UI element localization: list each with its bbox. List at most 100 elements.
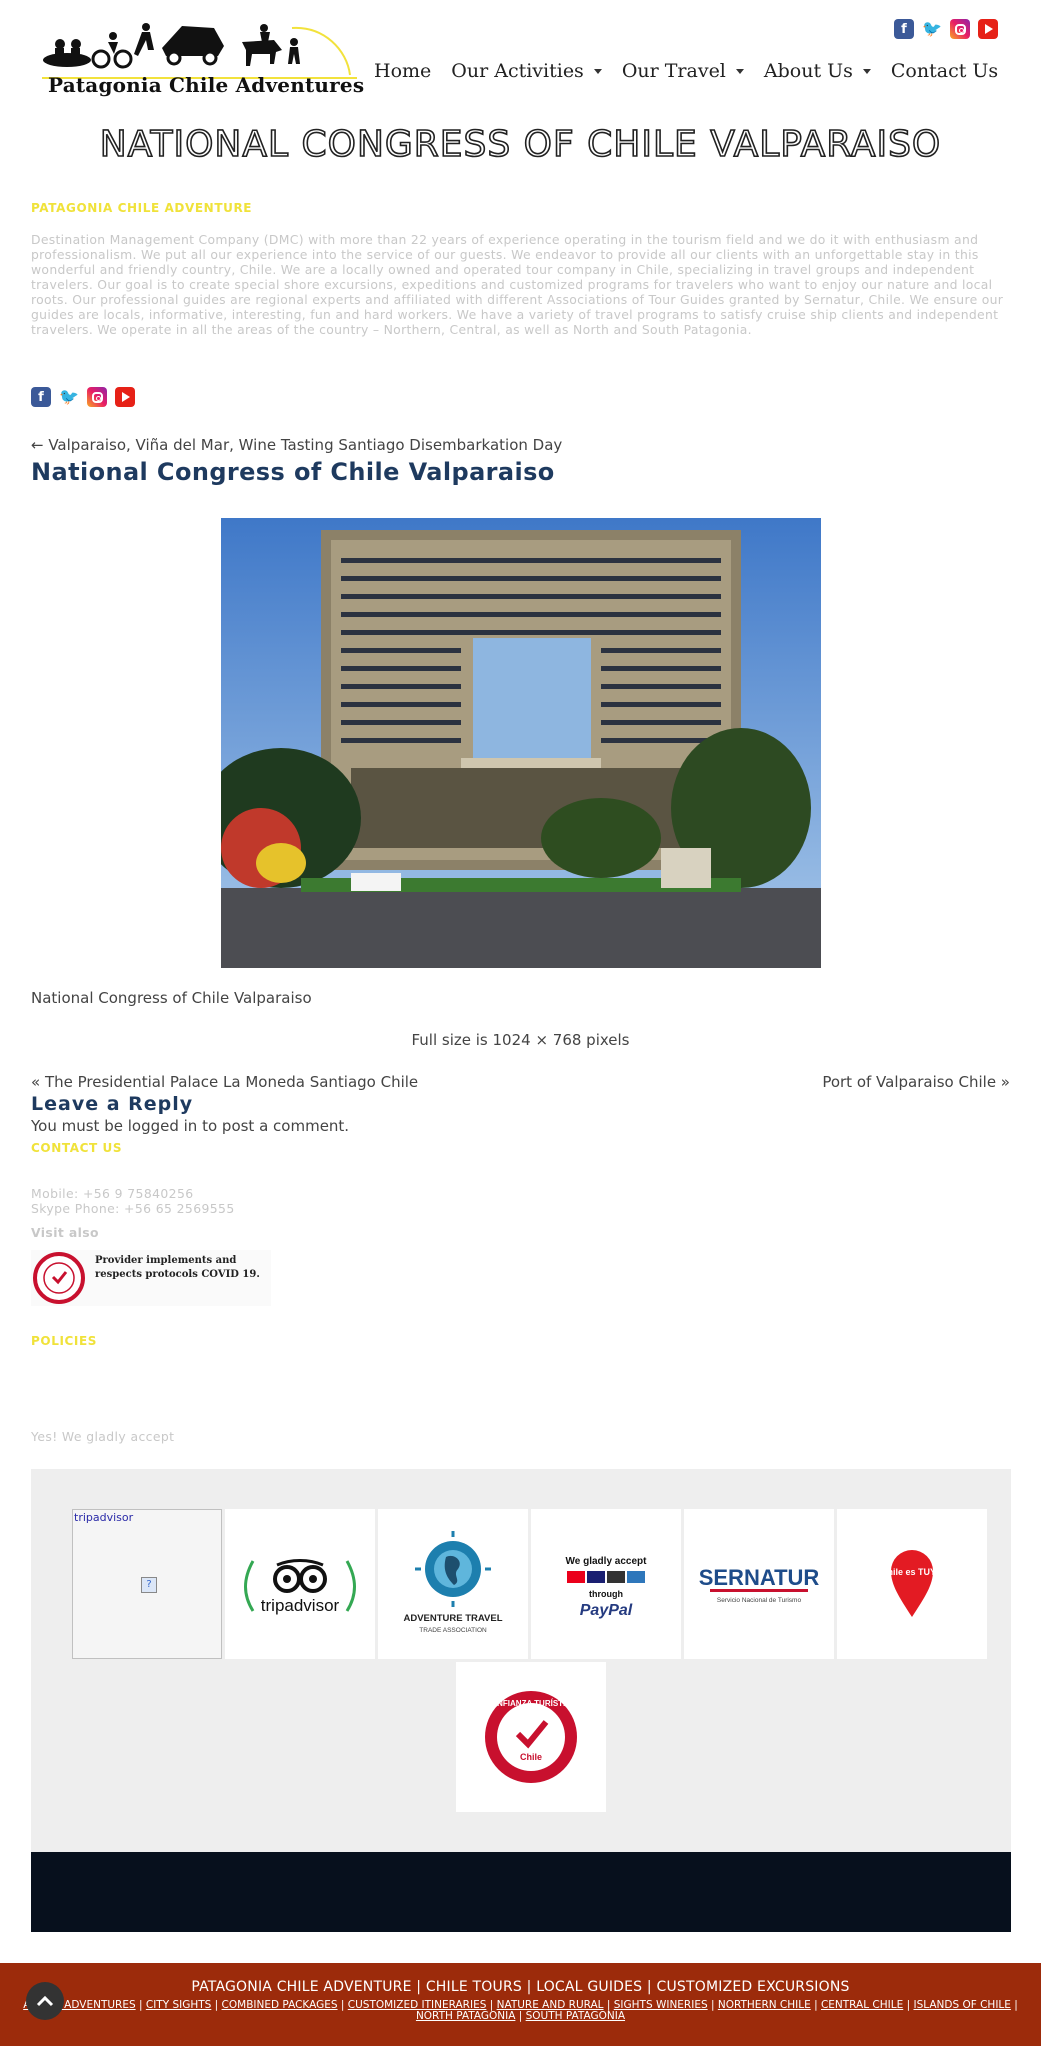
nav-home[interactable]: Home bbox=[374, 60, 431, 82]
caret-down-icon bbox=[593, 68, 602, 74]
header-social-links: f 🐦 bbox=[894, 19, 998, 39]
skype-number: Skype Phone: +56 65 2569555 bbox=[31, 1201, 235, 1216]
twitter-icon[interactable]: 🐦 bbox=[59, 387, 79, 407]
confianza-turistica-logo[interactable]: CONFIANZA TURÍSTICA Chile bbox=[456, 1662, 606, 1812]
caret-down-icon bbox=[735, 68, 744, 74]
youtube-icon[interactable] bbox=[115, 387, 135, 407]
footer-link[interactable]: SIGHTS WINERIES bbox=[614, 1999, 708, 2011]
footer-separator: | bbox=[903, 1999, 914, 2011]
footer-title: PATAGONIA CHILE ADVENTURE | CHILE TOURS … bbox=[191, 1979, 850, 1995]
contact-details: Mobile: +56 9 75840256 Skype Phone: +56 … bbox=[31, 1186, 235, 1216]
full-size-link[interactable]: Full size is 1024 × 768 pixels bbox=[0, 1031, 1041, 1049]
chile-pin-text: Chile es TUYO bbox=[881, 1567, 943, 1577]
post-title: National Congress of Chile Valparaiso bbox=[31, 458, 555, 486]
footer-separator: | bbox=[211, 1999, 222, 2011]
twitter-icon[interactable]: 🐦 bbox=[922, 19, 942, 39]
previous-post-link[interactable]: ← Valparaiso, Viña del Mar, Wine Tasting… bbox=[31, 436, 562, 454]
nav-our-activities-label: Our Activities bbox=[451, 60, 584, 82]
footer-separator: | bbox=[135, 1999, 146, 2011]
youtube-icon[interactable] bbox=[978, 19, 998, 39]
footer-link[interactable]: NORTH PATAGONIA bbox=[416, 2010, 515, 2022]
footer-link[interactable]: COMBINED PACKAGES bbox=[222, 1999, 338, 2011]
about-heading: PATAGONIA CHILE ADVENTURE bbox=[31, 201, 253, 215]
confianza-seal-icon: CONFIANZA TURÍSTICA Chile bbox=[485, 1691, 577, 1783]
sernatur-logo[interactable]: SERNATUR Servicio Nacional de Turismo bbox=[684, 1509, 834, 1659]
nav-home-label: Home bbox=[374, 60, 432, 82]
confianza-text: CONFIANZA TURÍSTICA bbox=[485, 1699, 577, 1708]
instagram-icon[interactable] bbox=[950, 19, 970, 39]
credit-cards-icon: We gladly accept through PayPal bbox=[566, 1556, 648, 1619]
image-caption: National Congress of Chile Valparaiso bbox=[31, 989, 312, 1007]
att-subtitle: TRADE ASSOCIATION bbox=[419, 1627, 487, 1634]
paypal-mid-text: through bbox=[589, 1589, 623, 1599]
footer-dark-band bbox=[31, 1852, 1011, 1932]
footer-link[interactable]: CITY SIGHTS bbox=[146, 1999, 211, 2011]
leave-reply-heading: Leave a Reply bbox=[31, 1093, 194, 1115]
about-text: Destination Management Company (DMC) wit… bbox=[31, 232, 1004, 337]
nav-our-travel-label: Our Travel bbox=[621, 60, 726, 82]
photo-illustration bbox=[221, 518, 821, 968]
footer-separator: | bbox=[707, 1999, 718, 2011]
paypal-logo[interactable]: We gladly accept through PayPal bbox=[531, 1509, 681, 1659]
covid-seal-icon bbox=[33, 1252, 85, 1304]
globe-icon: ADVENTURE TRAVEL TRADE ASSOCIATION bbox=[403, 1531, 503, 1634]
next-image-link[interactable]: Port of Valparaiso Chile » bbox=[822, 1073, 1010, 1091]
broken-image-tripadvisor[interactable]: tripadvisor ? bbox=[72, 1509, 222, 1659]
chevron-up-icon bbox=[36, 1995, 54, 2007]
map-pin-icon: Chile es TUYO bbox=[881, 1550, 943, 1617]
policies-heading: POLICIES bbox=[31, 1334, 98, 1348]
nav-about-us-label: About Us bbox=[763, 60, 853, 82]
footer-separator: | bbox=[810, 1999, 821, 2011]
main-navigation: Home Our Activities Our Travel About Us … bbox=[374, 60, 998, 82]
nav-contact-us[interactable]: Contact Us bbox=[891, 60, 998, 82]
site-logo[interactable]: Patagonia Chile Adventures bbox=[42, 20, 364, 106]
paypal-brand-text: PayPal bbox=[580, 1602, 633, 1619]
tripadvisor-logo[interactable]: tripadvisor bbox=[225, 1509, 375, 1659]
footer-link[interactable]: SOUTH PATAGONIA bbox=[526, 2010, 625, 2022]
att-title: ADVENTURE TRAVEL bbox=[403, 1613, 502, 1624]
logo-text: Patagonia Chile Adventures bbox=[48, 73, 365, 97]
footer-separator: | bbox=[515, 2010, 526, 2022]
sernatur-icon: SERNATUR Servicio Nacional de Turismo bbox=[699, 1565, 820, 1604]
footer-link[interactable]: NORTHERN CHILE bbox=[718, 1999, 811, 2011]
sernatur-text: SERNATUR bbox=[699, 1565, 820, 1590]
nav-our-travel[interactable]: Our Travel bbox=[622, 60, 744, 82]
footer-link[interactable]: ISLANDS OF CHILE bbox=[913, 1999, 1010, 2011]
visit-also-label: Visit also bbox=[31, 1225, 99, 1240]
facebook-icon[interactable]: f bbox=[894, 19, 914, 39]
nav-about-us[interactable]: About Us bbox=[764, 60, 871, 82]
instagram-icon[interactable] bbox=[87, 387, 107, 407]
hero-title: NATIONAL CONGRESS OF CHILE VALPARAISO bbox=[99, 123, 942, 166]
facebook-icon[interactable]: f bbox=[31, 387, 51, 407]
site-footer: PATAGONIA CHILE ADVENTURE | CHILE TOURS … bbox=[0, 1963, 1041, 2046]
login-required-note: You must be logged in to post a comment. bbox=[31, 1117, 349, 1135]
covid-badge[interactable]: Provider implements and respects protoco… bbox=[31, 1250, 271, 1306]
scroll-to-top-button[interactable] bbox=[26, 1982, 64, 2020]
footer-link[interactable]: CENTRAL CHILE bbox=[821, 1999, 903, 2011]
about-social-links: f 🐦 bbox=[31, 387, 135, 407]
mobile-number: Mobile: +56 9 75840256 bbox=[31, 1186, 194, 1201]
paypal-top-text: We gladly accept bbox=[566, 1556, 648, 1567]
footer-separator: | bbox=[1010, 1999, 1018, 2011]
tripadvisor-text: tripadvisor bbox=[261, 1596, 340, 1615]
nav-our-activities[interactable]: Our Activities bbox=[451, 60, 602, 82]
image-alt-text: tripadvisor bbox=[74, 1511, 134, 1524]
contact-heading: CONTACT US bbox=[31, 1141, 123, 1155]
nav-contact-us-label: Contact Us bbox=[890, 60, 999, 82]
chile-es-tuyo-logo[interactable]: Chile es TUYO bbox=[837, 1509, 987, 1659]
congress-building-photo[interactable] bbox=[221, 518, 821, 968]
covid-text: Provider implements and respects protoco… bbox=[95, 1255, 260, 1280]
caret-down-icon bbox=[862, 68, 871, 74]
previous-image-link[interactable]: « The Presidential Palace La Moneda Sant… bbox=[31, 1073, 418, 1091]
sernatur-subtitle: Servicio Nacional de Turismo bbox=[717, 1597, 802, 1604]
confianza-chile-text: Chile bbox=[520, 1752, 542, 1762]
footer-separator: | bbox=[337, 1999, 348, 2011]
note-text: to post a comment. bbox=[197, 1117, 350, 1135]
adventure-travel-logo[interactable]: ADVENTURE TRAVEL TRADE ASSOCIATION bbox=[378, 1509, 528, 1659]
payment-accept-text: Yes! We gladly accept bbox=[31, 1429, 175, 1444]
broken-image-icon: ? bbox=[141, 1577, 157, 1593]
partners-gallery: tripadvisor ? tripadvisor ADVENTURE TRAV… bbox=[31, 1469, 1011, 1852]
note-text: You must be bbox=[31, 1117, 128, 1135]
footer-links: ACTIVE ADVENTURES | CITY SIGHTS | COMBIN… bbox=[11, 2000, 1031, 2022]
login-link[interactable]: logged in bbox=[128, 1117, 198, 1135]
